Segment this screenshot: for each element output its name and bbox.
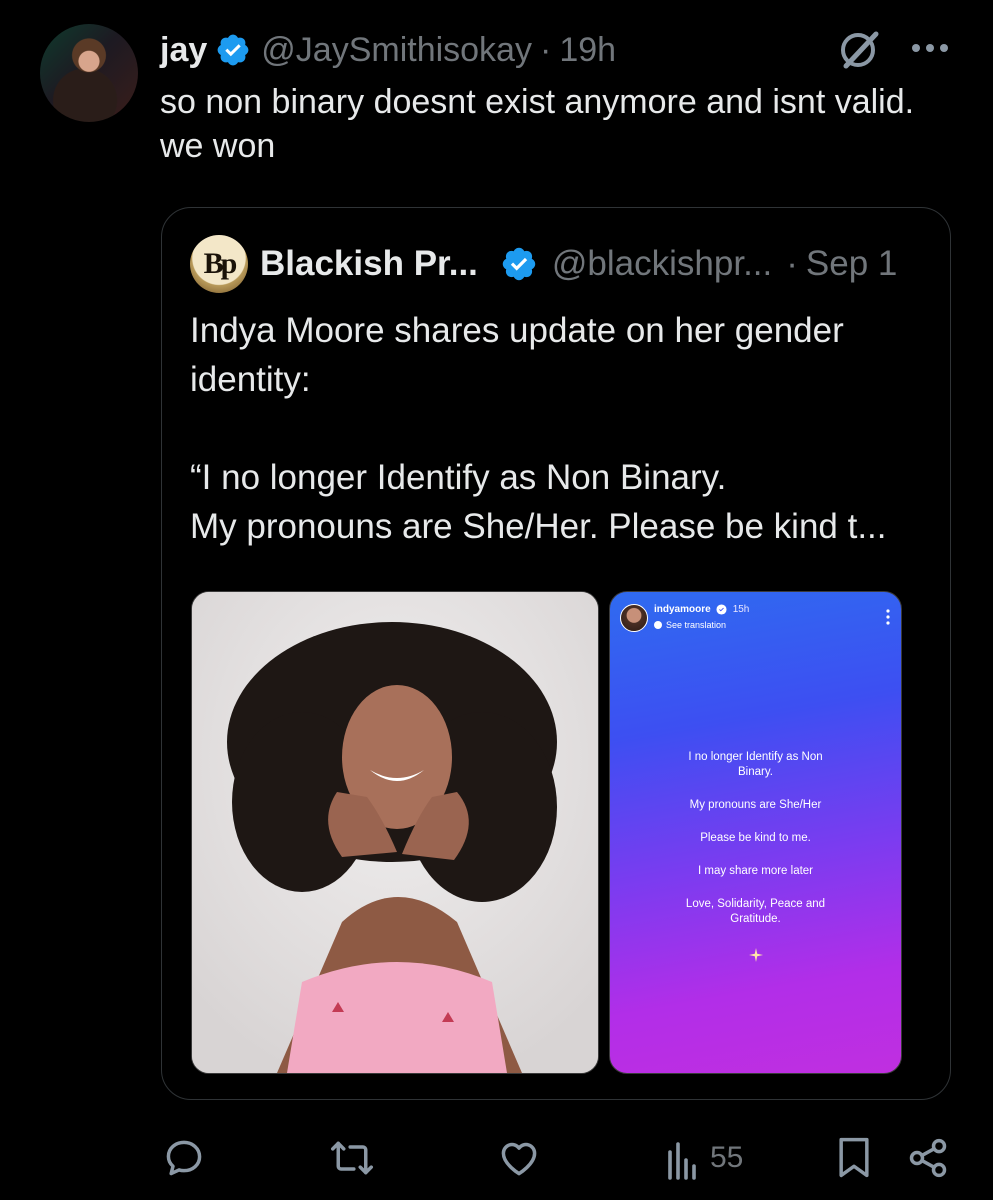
separator-dot: · [539, 30, 552, 69]
views-button[interactable]: 55 [666, 1130, 743, 1186]
author-name[interactable]: jay [160, 31, 207, 70]
repost-button[interactable] [328, 1130, 376, 1186]
story-username: indyamoore [654, 604, 711, 615]
quoted-author-handle: @blackishpr... [551, 244, 773, 283]
grok-icon[interactable] [836, 28, 884, 70]
post-time[interactable]: 19h [559, 31, 616, 70]
quoted-post[interactable]: Bp Blackish Pr... @blackishpr... · Sep 1… [161, 207, 951, 1100]
author-avatar[interactable] [40, 24, 138, 122]
views-count: 55 [710, 1141, 744, 1174]
quoted-author-name: Blackish Pr... [260, 244, 478, 283]
repost-icon [331, 1141, 373, 1175]
story-see-translation: See translation [654, 620, 726, 630]
story-text: I no longer Identify as Non Binary. My p… [610, 750, 901, 945]
media-story-screenshot[interactable]: indyamoore 15h See translation I no long… [609, 591, 902, 1074]
story-line: Love, Solidarity, Peace and Gratitude. [685, 898, 826, 925]
verified-badge-icon [502, 247, 536, 281]
author-handle[interactable]: @JaySmithisokay [261, 31, 532, 70]
story-line: I may share more later [697, 865, 814, 877]
more-icon[interactable] [908, 30, 952, 66]
quoted-post-date: Sep 1 [805, 244, 898, 283]
quoted-post-text: Indya Moore shares update on her gender … [190, 311, 887, 546]
views-icon [668, 1142, 696, 1180]
verified-badge-icon [716, 604, 727, 615]
story-avatar [620, 604, 648, 632]
bookmark-button[interactable] [834, 1130, 874, 1186]
story-header: indyamoore 15h [654, 604, 749, 615]
portrait-illustration [192, 592, 598, 1073]
story-line: My pronouns are She/Her [689, 799, 822, 811]
like-button[interactable] [497, 1130, 541, 1186]
see-translation-label: See translation [666, 620, 727, 630]
quoted-author-avatar: Bp [190, 235, 248, 293]
reply-icon [166, 1140, 202, 1176]
verified-badge-icon [217, 34, 249, 66]
story-line: Please be kind to me. [700, 832, 811, 844]
action-bar: 55 [0, 1130, 993, 1186]
kebab-menu-icon [886, 609, 890, 625]
post-header: jay @JaySmithisokay · 19h [160, 28, 616, 72]
separator-dot: · [786, 244, 798, 283]
like-icon [501, 1142, 537, 1176]
share-icon [909, 1138, 947, 1178]
post-text: so non binary doesnt exist anymore and i… [160, 83, 915, 165]
story-line: I no longer Identify as Non Binary. [688, 751, 823, 778]
media-photo[interactable] [191, 591, 599, 1074]
quoted-avatar-logo: Bp [203, 247, 238, 280]
bookmark-icon [839, 1137, 869, 1178]
translate-icon [654, 621, 662, 629]
quoted-post-header: Bp Blackish Pr... @blackishpr... · Sep 1 [190, 235, 930, 293]
reply-button[interactable] [162, 1130, 206, 1186]
share-button[interactable] [906, 1130, 950, 1186]
story-time: 15h [732, 604, 750, 615]
sparkle-icon [749, 948, 763, 962]
